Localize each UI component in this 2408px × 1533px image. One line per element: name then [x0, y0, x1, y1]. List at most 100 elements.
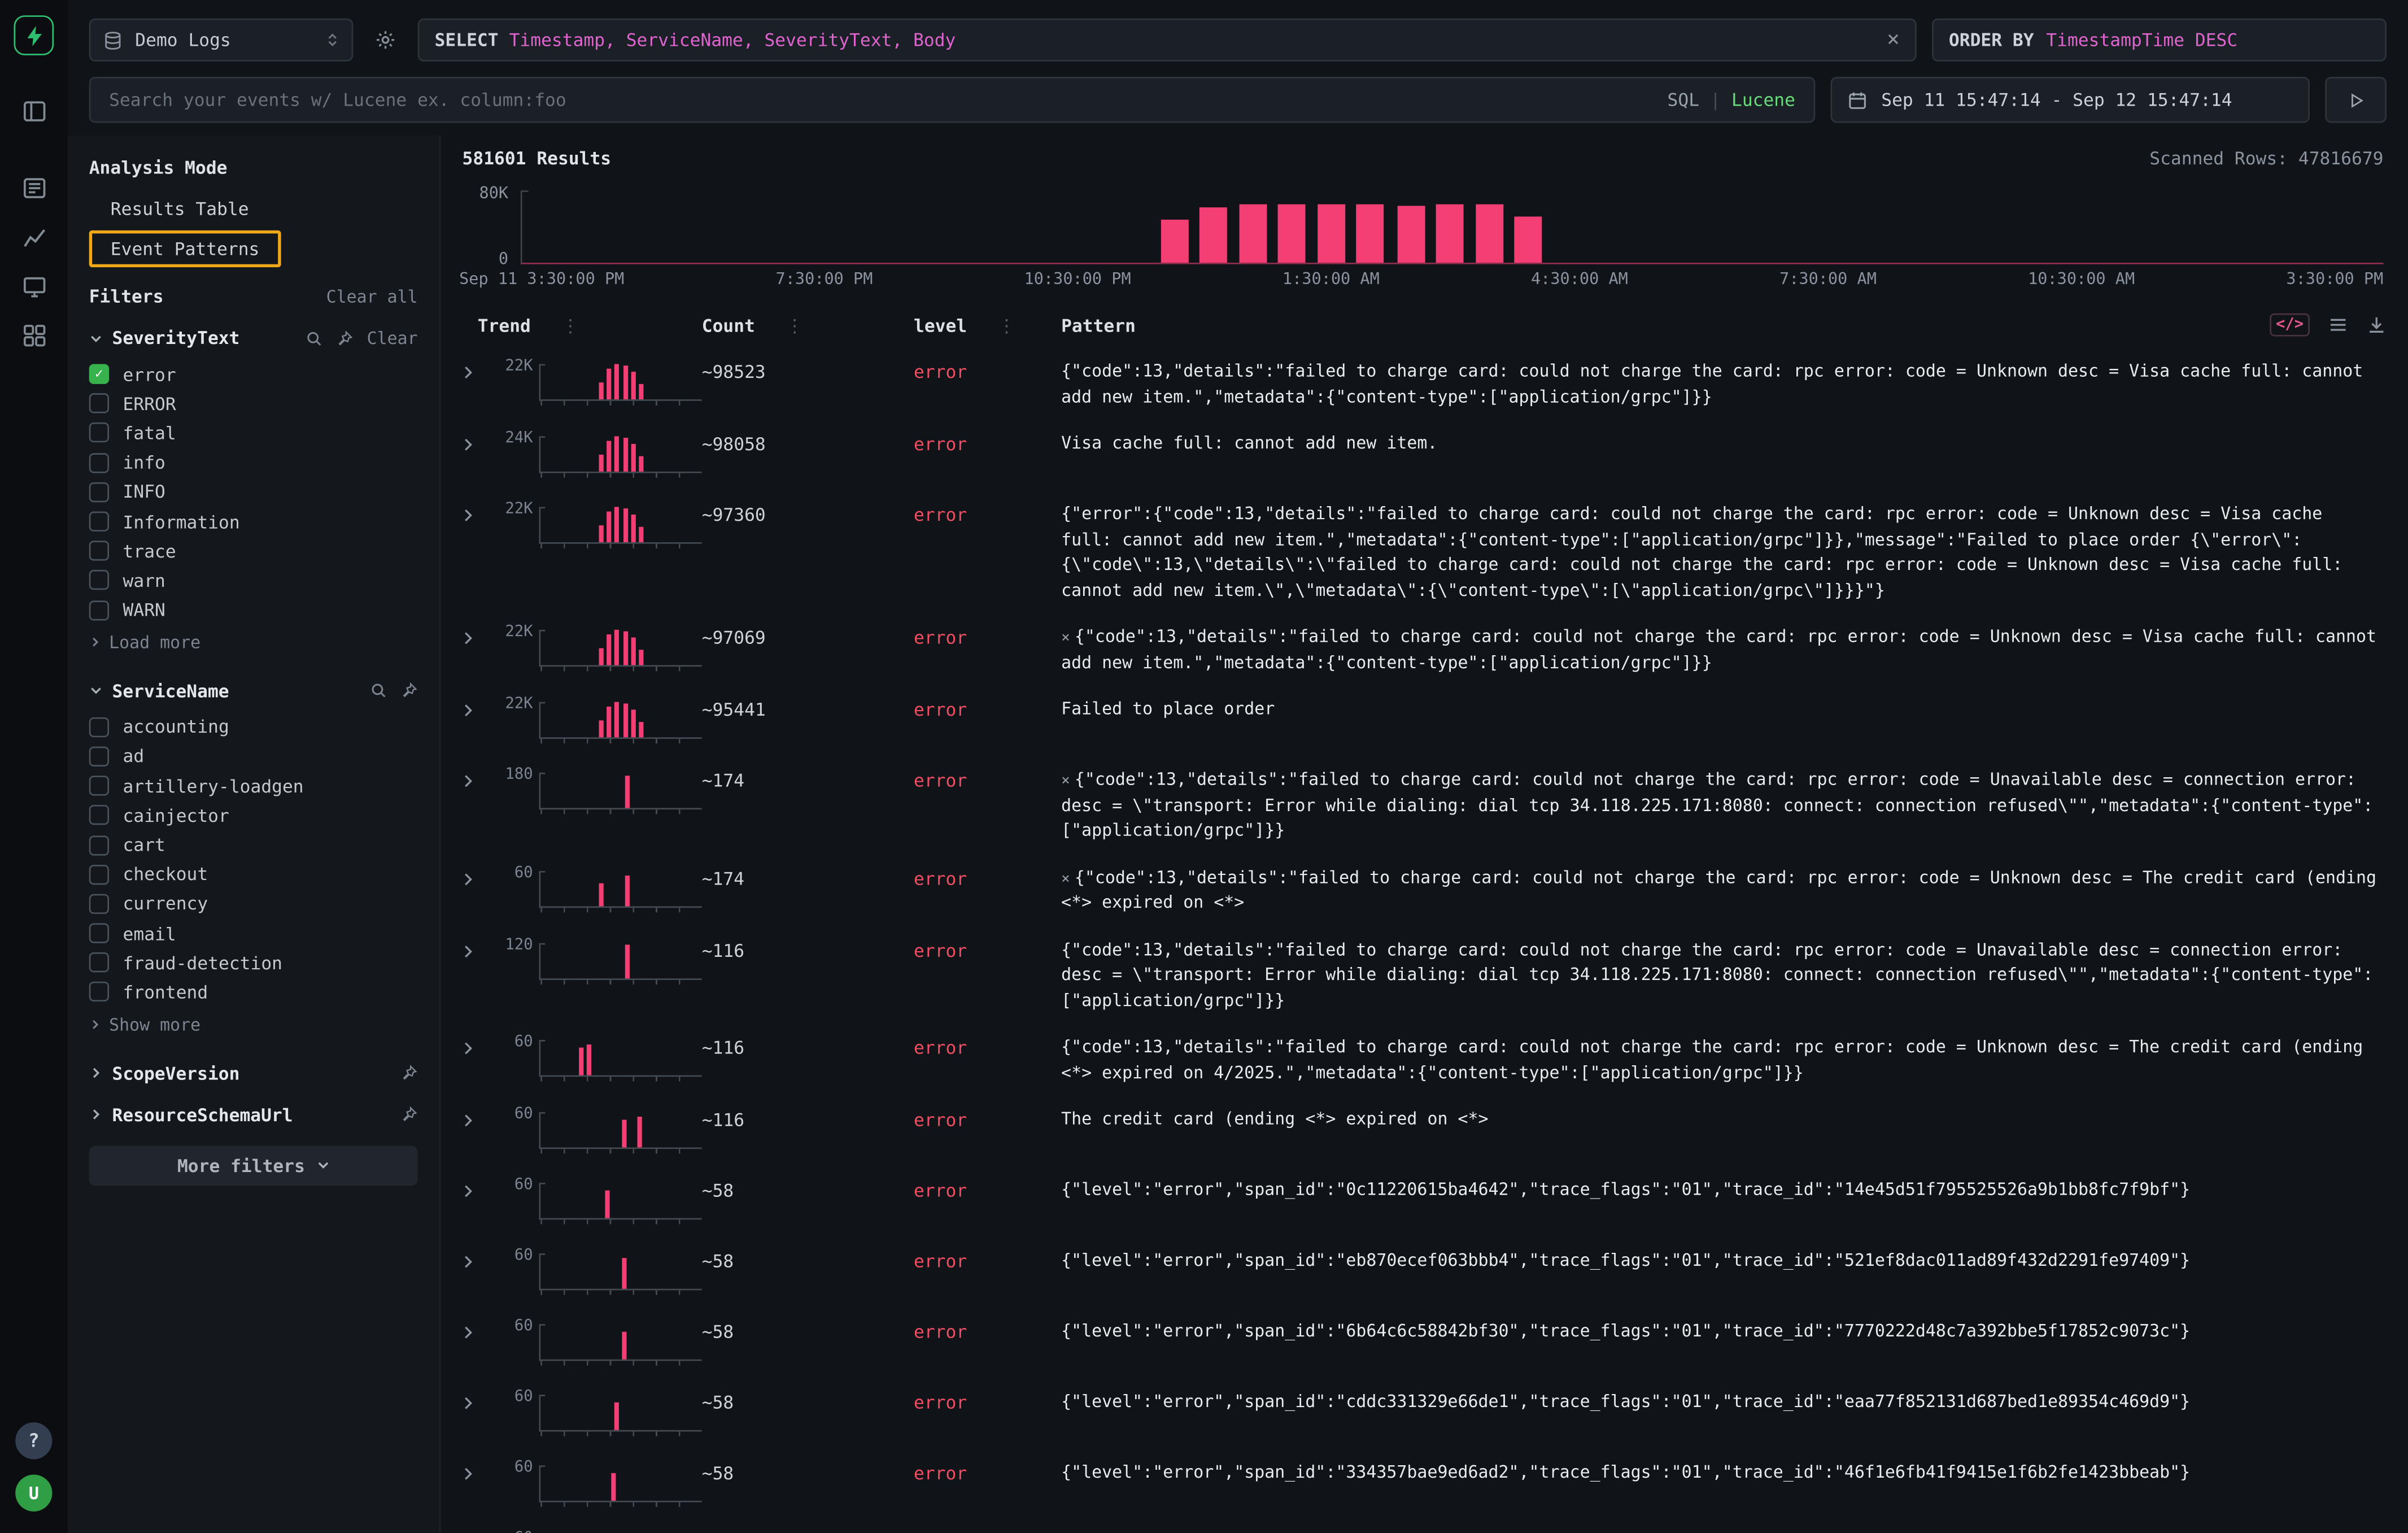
column-menu-icon[interactable]: ⋮ — [786, 314, 803, 336]
results-histogram[interactable]: 80K 0 — [459, 184, 2383, 264]
panel-left-icon[interactable] — [12, 89, 55, 132]
scopeversion-section[interactable]: ScopeVersion — [89, 1062, 418, 1084]
pin-icon[interactable] — [401, 682, 418, 699]
mode-event-patterns[interactable]: Event Patterns — [89, 230, 281, 267]
order-by-input[interactable]: ORDER BY TimestampTime DESC — [1932, 19, 2387, 62]
table-row[interactable]: 60 ~58 error {"level":"error","span_id":… — [459, 1379, 2387, 1450]
list-view-icon[interactable] — [2328, 315, 2348, 334]
row-expand-chevron-icon[interactable] — [459, 502, 496, 524]
severity-facet-header[interactable]: SeverityText Clear — [89, 327, 418, 349]
close-icon[interactable]: × — [1887, 29, 1900, 51]
row-expand-chevron-icon[interactable] — [459, 938, 496, 959]
histogram-plot[interactable] — [521, 190, 2384, 264]
checkbox[interactable]: ✓ — [89, 982, 109, 1002]
checkbox[interactable]: ✓ — [89, 512, 109, 532]
column-menu-icon[interactable]: ⋮ — [561, 314, 579, 336]
table-row[interactable]: 24K ~98058 error Visa cache full: cannot… — [459, 421, 2387, 491]
checkbox[interactable]: ✓ — [89, 924, 109, 943]
table-row[interactable]: 60 ~116 error The credit card (ending <*… — [459, 1097, 2387, 1168]
table-row[interactable]: 60 ~58 error {"level":"error","span_id":… — [459, 1521, 2387, 1533]
source-selector[interactable]: Demo Logs — [89, 19, 354, 62]
col-level[interactable]: level — [914, 314, 967, 336]
filter-option[interactable]: ✓ checkout — [89, 860, 418, 889]
severity-clear-link[interactable]: Clear — [367, 328, 418, 348]
help-button[interactable]: ? — [15, 1422, 52, 1459]
code-view-icon[interactable]: </> — [2270, 313, 2310, 337]
app-logo-icon[interactable] — [14, 15, 54, 55]
checkbox[interactable]: ✓ — [89, 747, 109, 766]
filter-option[interactable]: ✓ ERROR — [89, 389, 418, 419]
row-expand-chevron-icon[interactable] — [459, 1319, 496, 1341]
checkbox[interactable]: ✓ — [89, 953, 109, 973]
filter-option[interactable]: ✓ currency — [89, 889, 418, 918]
language-sql[interactable]: SQL — [1668, 89, 1700, 111]
table-row[interactable]: 60 ~58 error {"level":"error","span_id":… — [459, 1168, 2387, 1238]
table-row[interactable]: 22K ~97069 error ×{"code":13,"details":"… — [459, 615, 2387, 687]
run-query-button[interactable] — [2325, 77, 2387, 123]
table-row[interactable]: 22K ~95441 error Failed to place order — [459, 687, 2387, 757]
checkbox[interactable]: ✓ — [89, 805, 109, 825]
mode-results-table[interactable]: Results Table — [89, 190, 271, 227]
service-facet-header[interactable]: ServiceName — [89, 680, 418, 702]
clear-all-link[interactable]: Clear all — [326, 286, 418, 306]
table-row[interactable]: 60 ~174 error ×{"code":13,"details":"fai… — [459, 855, 2387, 927]
col-count[interactable]: Count — [702, 314, 755, 336]
select-query-input[interactable]: SELECT Timestamp, ServiceName, SeverityT… — [418, 19, 1917, 62]
table-row[interactable]: 60 ~116 error {"code":13,"details":"fail… — [459, 1025, 2387, 1097]
search-icon[interactable] — [370, 682, 387, 699]
row-expand-chevron-icon[interactable] — [459, 1108, 496, 1129]
download-icon[interactable] — [2367, 315, 2387, 334]
row-expand-chevron-icon[interactable] — [459, 768, 496, 790]
filter-option[interactable]: ✓ artillery-loadgen — [89, 771, 418, 800]
row-expand-chevron-icon[interactable] — [459, 698, 496, 719]
checkbox[interactable]: ✓ — [89, 776, 109, 796]
table-row[interactable]: 22K ~98523 error {"code":13,"details":"f… — [459, 349, 2387, 421]
search-input[interactable] — [109, 89, 1655, 111]
checkbox[interactable]: ✓ — [89, 600, 109, 620]
checkbox[interactable]: ✓ — [89, 570, 109, 590]
row-expand-chevron-icon[interactable] — [459, 1178, 496, 1200]
row-expand-chevron-icon[interactable] — [459, 359, 496, 381]
filter-option[interactable]: ✓ cainjector — [89, 800, 418, 830]
table-row[interactable]: 180 ~174 error ×{"code":13,"details":"fa… — [459, 757, 2387, 855]
checkbox[interactable]: ✓ — [89, 364, 109, 384]
filter-option[interactable]: ✓ WARN — [89, 595, 418, 625]
row-expand-chevron-icon[interactable] — [459, 625, 496, 647]
row-expand-chevron-icon[interactable] — [459, 1461, 496, 1482]
filter-option[interactable]: ✓ email — [89, 918, 418, 948]
filter-option[interactable]: ✓ INFO — [89, 477, 418, 507]
checkbox[interactable]: ✓ — [89, 894, 109, 913]
row-expand-chevron-icon[interactable] — [459, 1035, 496, 1057]
checkbox[interactable]: ✓ — [89, 835, 109, 855]
language-toggle[interactable]: SQL | Lucene — [1668, 89, 1795, 111]
row-expand-chevron-icon[interactable] — [459, 1390, 496, 1412]
chart-icon[interactable] — [12, 215, 55, 258]
row-expand-chevron-icon[interactable] — [459, 432, 496, 453]
grid-icon[interactable] — [12, 313, 55, 356]
more-filters-button[interactable]: More filters — [89, 1145, 418, 1185]
filter-option[interactable]: ✓ info — [89, 448, 418, 477]
col-pattern[interactable]: Pattern — [1061, 314, 1136, 336]
checkbox[interactable]: ✓ — [89, 541, 109, 561]
pin-icon[interactable] — [336, 329, 353, 346]
user-avatar[interactable]: U — [15, 1475, 52, 1512]
search-icon[interactable] — [306, 329, 322, 346]
service-show-more[interactable]: Show more — [89, 1007, 418, 1043]
resourceschemaurl-section[interactable]: ResourceSchemaUrl — [89, 1104, 418, 1125]
row-expand-chevron-icon[interactable] — [459, 865, 496, 887]
table-row[interactable]: 60 ~58 error {"level":"error","span_id":… — [459, 1238, 2387, 1309]
filter-option[interactable]: ✓ trace — [89, 536, 418, 565]
checkbox[interactable]: ✓ — [89, 482, 109, 502]
col-trend[interactable]: Trend — [478, 314, 531, 336]
filter-option[interactable]: ✓ accounting — [89, 712, 418, 742]
search-bar[interactable]: SQL | Lucene — [89, 77, 1816, 123]
checkbox[interactable]: ✓ — [89, 452, 109, 472]
table-row[interactable]: 60 ~58 error {"level":"error","span_id":… — [459, 1309, 2387, 1379]
filter-option[interactable]: ✓ Information — [89, 507, 418, 536]
filter-option[interactable]: ✓ cart — [89, 830, 418, 860]
date-range-picker[interactable]: Sep 11 15:47:14 - Sep 12 15:47:14 — [1831, 77, 2310, 123]
filter-option[interactable]: ✓ warn — [89, 566, 418, 595]
monitor-icon[interactable] — [12, 264, 55, 307]
row-expand-chevron-icon[interactable] — [459, 1249, 496, 1270]
checkbox[interactable]: ✓ — [89, 717, 109, 737]
